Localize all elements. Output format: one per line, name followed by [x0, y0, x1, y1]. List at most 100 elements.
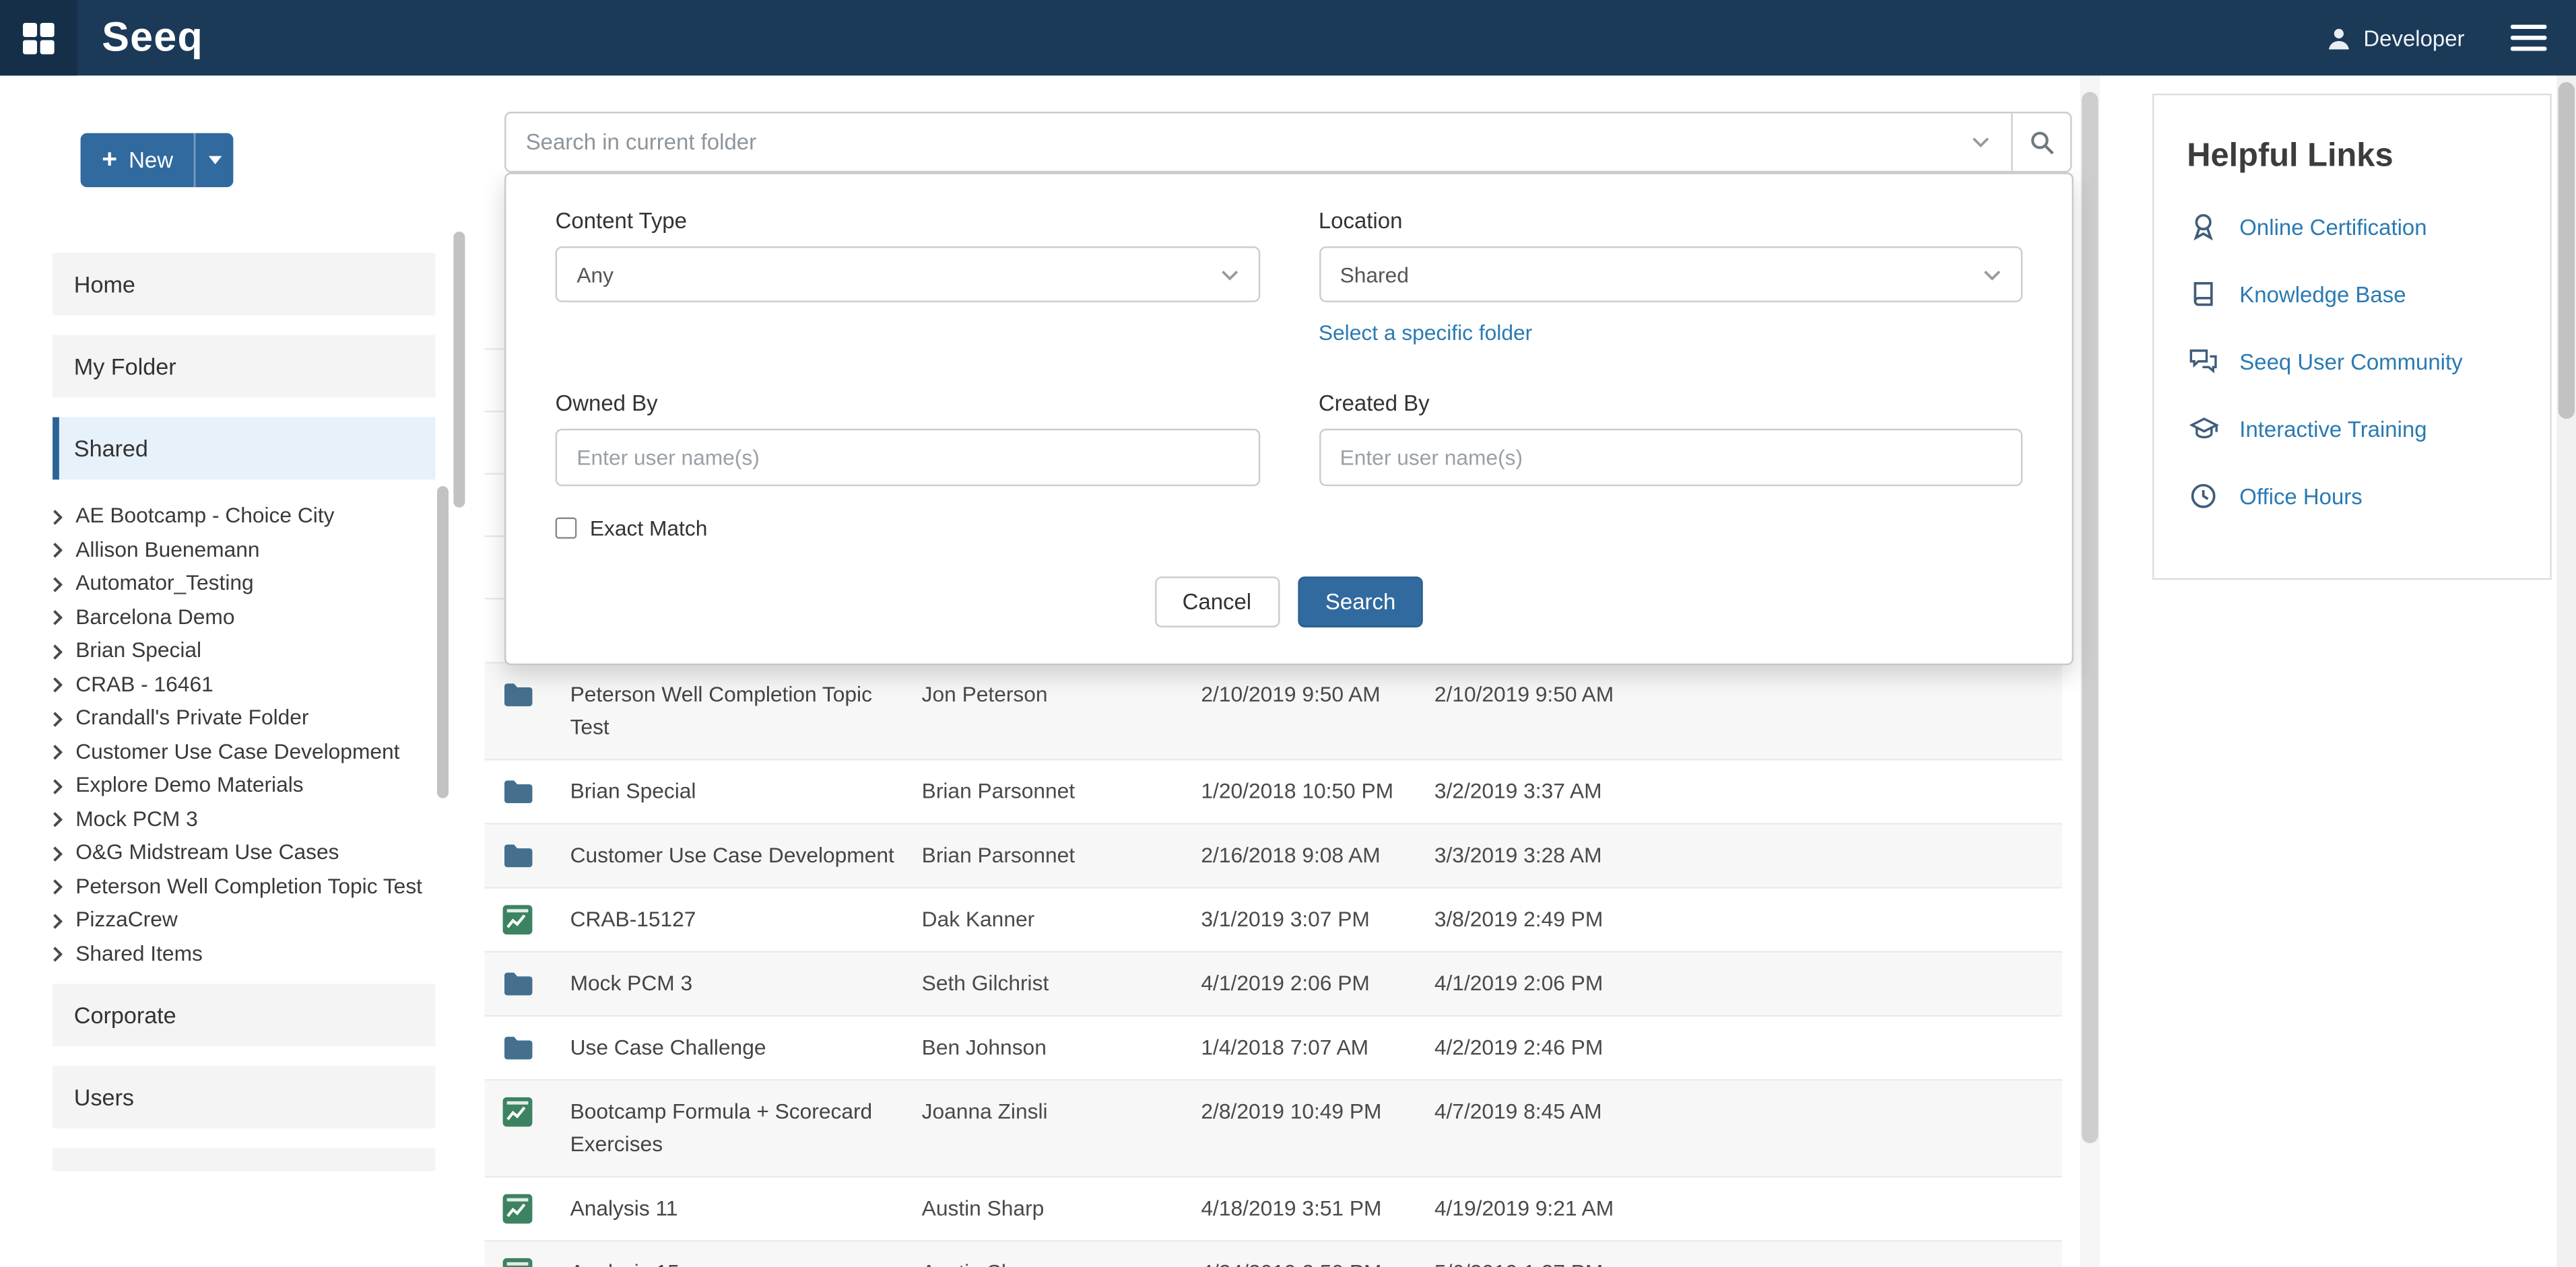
sidebar-item-corporate[interactable]: Corporate [53, 984, 435, 1046]
shared-folder-item[interactable]: Mock PCM 3 [53, 802, 435, 836]
shared-folder-item[interactable]: Automator_Testing [53, 567, 435, 601]
shared-folder-label: Shared Items [75, 937, 203, 971]
new-dropdown-toggle[interactable] [195, 133, 234, 188]
shared-folder-label: Barcelona Demo [75, 601, 234, 634]
item-created-date: 2/16/2018 9:08 AM [1201, 840, 1434, 872]
sidebar: + New Home My Folder Shared AE Bootcamp … [0, 75, 468, 1267]
item-name[interactable]: Mock PCM 3 [570, 967, 922, 1000]
hamburger-menu-button[interactable] [2497, 15, 2560, 61]
chevron-right-icon [53, 778, 63, 794]
content-type-value: Any [576, 262, 614, 287]
link-online-certification[interactable]: Online Certification [2187, 212, 2517, 242]
user-name: Developer [2363, 26, 2464, 50]
item-name[interactable]: CRAB-15127 [570, 903, 922, 936]
shared-folder-item[interactable]: Shared Items [53, 937, 435, 971]
certificate-icon [2187, 212, 2220, 242]
search-button[interactable]: Search [1297, 576, 1423, 627]
item-type-icon-cell [485, 776, 570, 809]
folder-list-scrollbar[interactable] [437, 486, 449, 798]
exact-match-checkbox[interactable] [556, 518, 577, 539]
folder-icon [503, 843, 534, 869]
comments-icon [2187, 347, 2220, 376]
shared-folder-label: AE Bootcamp - Choice City [75, 500, 334, 533]
item-name[interactable]: Use Case Challenge [570, 1031, 922, 1064]
table-row[interactable]: CRAB-15127 Dak Kanner 3/1/2019 3:07 PM 3… [485, 889, 2062, 953]
created-by-label: Created By [1319, 391, 2022, 416]
app-switcher-button[interactable] [0, 0, 77, 75]
item-name[interactable]: Peterson Well Completion Topic Test [570, 679, 922, 745]
item-created-date: 1/20/2018 10:50 PM [1201, 776, 1434, 809]
shared-folder-item[interactable]: Explore Demo Materials [53, 769, 435, 802]
sidebar-item-my-folder[interactable]: My Folder [53, 335, 435, 398]
shared-folder-item[interactable]: Allison Buenemann [53, 533, 435, 567]
shared-folder-item[interactable]: O&G Midstream Use Cases [53, 836, 435, 870]
location-label: Location [1319, 209, 2022, 234]
user-menu[interactable]: Developer [2327, 26, 2465, 50]
page-scrollbar[interactable] [2556, 75, 2576, 1267]
grid-icon [22, 20, 56, 55]
chevron-down-icon [1983, 269, 2002, 280]
item-type-icon-cell [485, 967, 570, 1000]
sidebar-item-shared[interactable]: Shared [53, 417, 435, 480]
chevron-right-icon [53, 677, 63, 693]
shared-folder-item[interactable]: Peterson Well Completion Topic Test [53, 870, 435, 903]
search-input[interactable] [506, 130, 1950, 155]
shared-folder-item[interactable]: Crandall's Private Folder [53, 701, 435, 735]
graduation-cap-icon [2187, 414, 2220, 444]
shared-folder-item[interactable]: Brian Special [53, 634, 435, 668]
table-row[interactable]: Customer Use Case Development Brian Pars… [485, 825, 2062, 889]
item-name[interactable]: Bootcamp Formula + Scorecard Exercises [570, 1095, 922, 1161]
shared-folder-item[interactable]: Barcelona Demo [53, 601, 435, 634]
table-row[interactable]: Mock PCM 3 Seth Gilchrist 4/1/2019 2:06 … [485, 953, 2062, 1017]
sidebar-item-home[interactable]: Home [53, 253, 435, 316]
shared-folder-item[interactable]: PizzaCrew [53, 903, 435, 937]
item-updated-date: 4/7/2019 8:45 AM [1434, 1095, 2062, 1128]
shared-folder-item[interactable]: AE Bootcamp - Choice City [53, 500, 435, 533]
chevron-right-icon [53, 913, 63, 929]
table-row[interactable]: Bootcamp Formula + Scorecard Exercises J… [485, 1081, 2062, 1177]
table-row[interactable]: Use Case Challenge Ben Johnson 1/4/2018 … [485, 1017, 2062, 1081]
item-type-icon-cell [485, 1256, 570, 1267]
link-interactive-training[interactable]: Interactive Training [2187, 414, 2517, 444]
select-specific-folder-link[interactable]: Select a specific folder [1319, 320, 1532, 345]
shared-folder-item[interactable]: CRAB - 16461 [53, 668, 435, 701]
owned-by-label: Owned By [556, 391, 1259, 416]
content-type-select[interactable]: Any [556, 246, 1259, 302]
shared-folder-label: Allison Buenemann [75, 533, 259, 567]
item-updated-date: 4/1/2019 2:06 PM [1434, 967, 2062, 1000]
sidebar-item-users[interactable]: Users [53, 1066, 435, 1128]
chevron-right-icon [53, 576, 63, 592]
item-name[interactable]: Brian Special [570, 776, 922, 809]
shared-folder-label: Automator_Testing [75, 567, 253, 601]
content-scrollbar[interactable] [2080, 75, 2100, 1267]
link-seeq-user-community[interactable]: Seeq User Community [2187, 347, 2517, 376]
link-office-hours[interactable]: Office Hours [2187, 481, 2517, 511]
new-button[interactable]: + New [81, 133, 195, 188]
item-updated-date: 3/2/2019 3:37 AM [1434, 776, 2062, 809]
location-select[interactable]: Shared [1319, 246, 2022, 302]
helpful-link-label: Seeq User Community [2239, 349, 2462, 374]
link-knowledge-base[interactable]: Knowledge Base [2187, 279, 2517, 309]
item-updated-date: 2/10/2019 9:50 AM [1434, 679, 2062, 712]
cancel-button[interactable]: Cancel [1154, 576, 1279, 627]
page-scrollbar-thumb[interactable] [2558, 82, 2575, 419]
item-name[interactable]: Customer Use Case Development [570, 840, 922, 872]
content-scrollbar-thumb[interactable] [2082, 92, 2098, 1143]
sidebar-scrollbar[interactable] [453, 232, 465, 508]
item-type-icon-cell [485, 679, 570, 712]
plus-icon: + [102, 147, 117, 173]
item-owner: Austin Sharp [922, 1256, 1201, 1267]
table-row[interactable]: Peterson Well Completion Topic Test Jon … [485, 664, 2062, 761]
item-name[interactable]: Analysis 11 [570, 1192, 922, 1225]
shared-folder-item[interactable]: Customer Use Case Development [53, 735, 435, 769]
search-submit-button[interactable] [2011, 113, 2070, 170]
table-row[interactable]: Brian Special Brian Parsonnet 1/20/2018 … [485, 761, 2062, 825]
item-name[interactable]: Analysis 15 [570, 1256, 922, 1267]
table-row[interactable]: Analysis 11 Austin Sharp 4/18/2019 3:51 … [485, 1177, 2062, 1241]
search-options-toggle[interactable] [1950, 136, 2011, 147]
owned-by-input[interactable] [556, 429, 1259, 486]
created-by-input[interactable] [1319, 429, 2022, 486]
table-row[interactable]: Analysis 15 Austin Sharp 4/24/2019 2:50 … [485, 1241, 2062, 1267]
chevron-down-icon [1972, 136, 1990, 147]
item-owner: Joanna Zinsli [922, 1095, 1201, 1128]
